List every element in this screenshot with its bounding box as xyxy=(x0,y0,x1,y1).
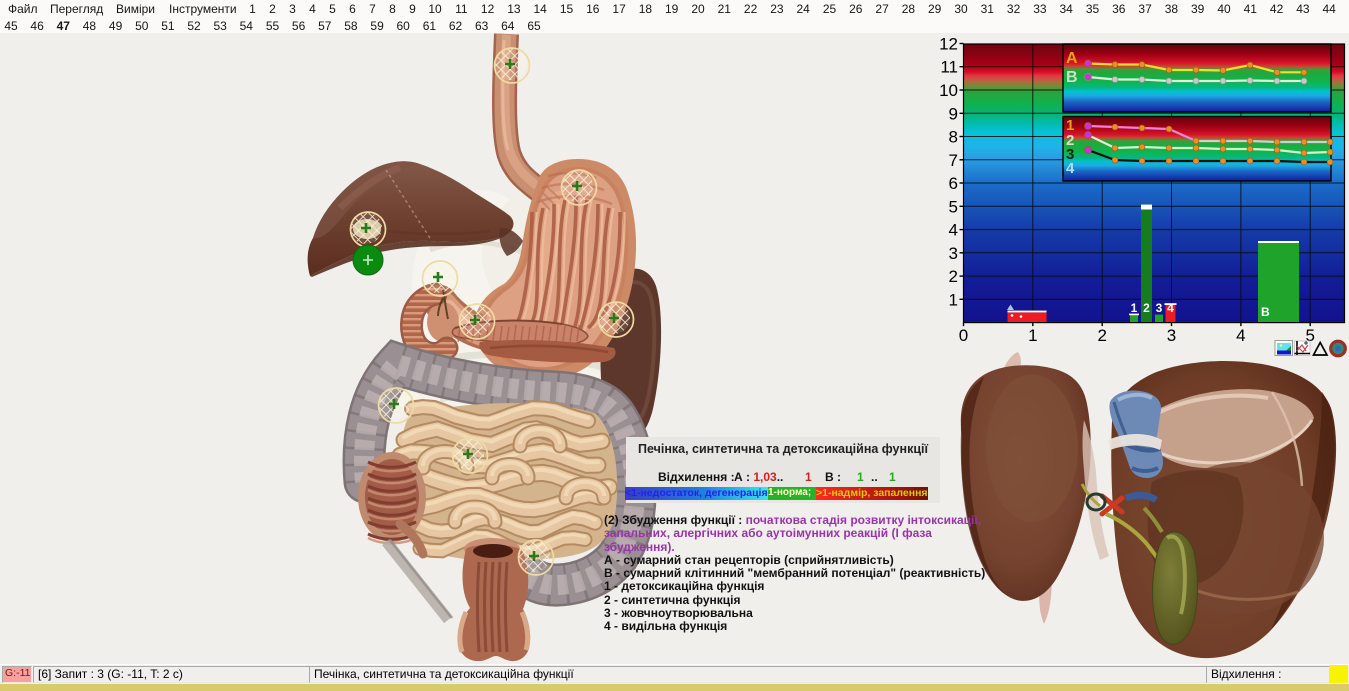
svg-text:4: 4 xyxy=(1066,160,1075,177)
svg-text:8: 8 xyxy=(949,128,958,147)
svg-text:10: 10 xyxy=(940,81,958,100)
svg-text:3: 3 xyxy=(949,244,958,263)
svg-text:2: 2 xyxy=(1097,326,1106,345)
svg-text:B: B xyxy=(1261,305,1270,319)
svg-text:B: B xyxy=(1066,69,1078,86)
svg-text:1: 1 xyxy=(1131,301,1138,315)
svg-text:7: 7 xyxy=(949,151,958,170)
svg-text:0: 0 xyxy=(959,326,968,345)
svg-text:2: 2 xyxy=(1143,301,1150,315)
svg-text:1: 1 xyxy=(949,290,958,309)
svg-text:3: 3 xyxy=(1167,326,1176,345)
svg-text:2: 2 xyxy=(949,267,958,286)
svg-text:4: 4 xyxy=(1236,326,1245,345)
svg-text:1: 1 xyxy=(1028,326,1037,345)
svg-text:6: 6 xyxy=(949,174,958,193)
svg-text:5: 5 xyxy=(949,197,958,216)
svg-text:11: 11 xyxy=(940,58,958,77)
svg-text:A: A xyxy=(1066,50,1078,67)
svg-text:3: 3 xyxy=(1156,301,1163,315)
svg-text:4: 4 xyxy=(949,221,958,240)
svg-text:12: 12 xyxy=(940,36,958,54)
svg-text:9: 9 xyxy=(949,104,958,123)
svg-text:4: 4 xyxy=(1167,301,1174,315)
